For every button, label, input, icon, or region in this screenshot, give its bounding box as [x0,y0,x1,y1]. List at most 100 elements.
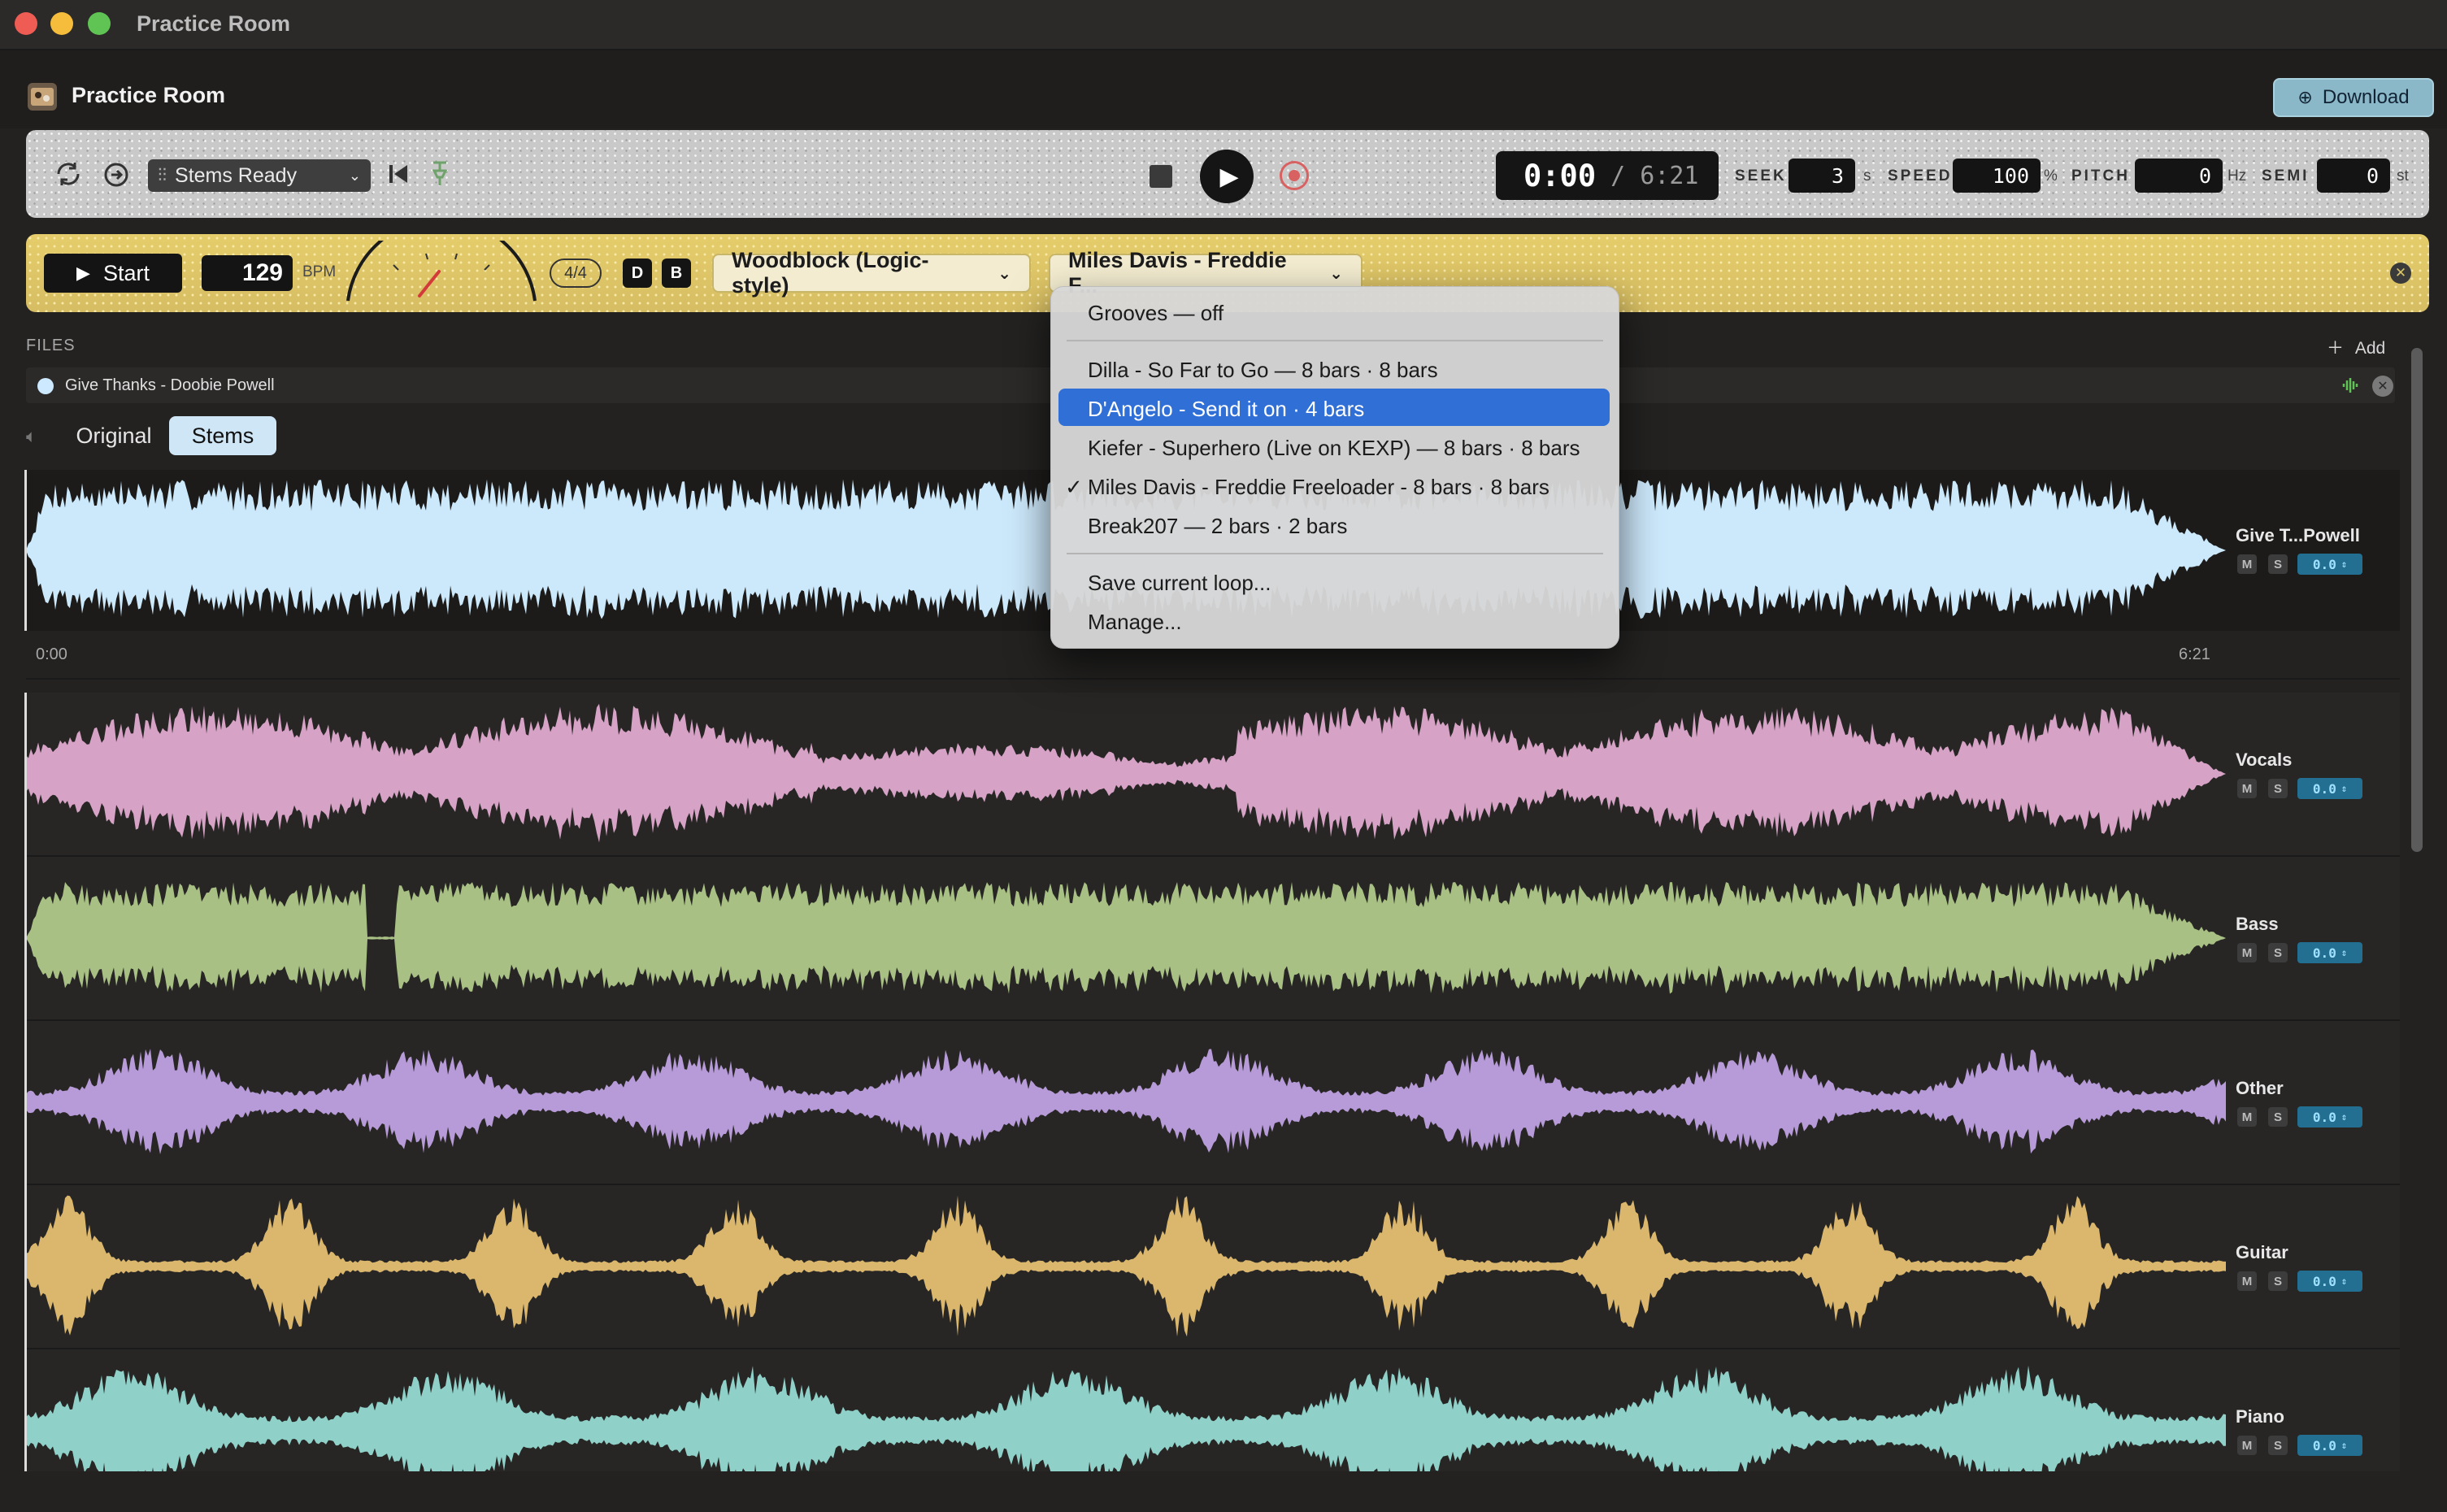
mute-button[interactable]: M [2237,943,2257,962]
beat-toggle[interactable]: B [662,259,691,288]
close-window-button[interactable] [15,12,37,35]
mute-button[interactable]: M [2237,1436,2257,1455]
other-waveform[interactable] [26,1021,2226,1184]
playhead[interactable] [24,470,27,631]
current-time: 0:00 [1523,158,1597,193]
app-title: Practice Room [72,83,226,107]
menu-item-miles-davis[interactable]: Miles Davis - Freddie Freeloader - 8 bar… [1088,475,1549,500]
total-time: / 6:21 [1610,161,1699,190]
play-button[interactable]: ▶ [1200,150,1254,203]
time-signature-button[interactable]: 4/4 [550,259,602,288]
solo-button[interactable]: S [2268,554,2288,574]
playhead[interactable] [24,693,27,1471]
seek-unit: s [1863,167,1871,185]
track-name: Other [2236,1078,2284,1098]
vertical-scrollbar[interactable] [2411,348,2423,852]
track-name: Give T...Powell [2236,525,2360,545]
solo-button[interactable]: S [2268,1271,2288,1291]
time-display: 0:00 / 6:21 [1496,151,1719,200]
pitch-unit: Hz [2228,167,2247,185]
record-button[interactable] [1280,161,1309,190]
metronome-pin-icon[interactable] [428,159,452,196]
mute-button[interactable]: M [2237,779,2257,798]
menu-item-grooves-off[interactable]: Grooves — off [1088,301,1224,326]
solo-button[interactable]: S [2268,1436,2288,1455]
play-icon: ▶ [76,263,90,283]
remove-file-icon[interactable]: ✕ [2372,376,2393,397]
checkmark-icon: ✓ [1065,475,1083,499]
menu-item-kiefer[interactable]: Kiefer - Superhero (Live on KEXP) — 8 ba… [1088,436,1580,461]
play-icon: ▶ [1219,163,1239,190]
volume-value: 0.0 [2312,1437,2336,1453]
mute-button[interactable]: M [2237,1107,2257,1127]
tab-stems[interactable]: Stems [169,416,276,455]
add-file-button[interactable]: ＋ Add [2327,335,2385,359]
add-label: Add [2354,339,2386,358]
minimize-window-button[interactable] [50,12,73,35]
chevron-down-icon: ⌄ [997,264,1011,283]
volume-stepper[interactable]: 0.0 ⇕ [2297,1435,2362,1456]
download-button[interactable]: ⊕ Download [2273,78,2434,117]
speaker-icon[interactable]: 🔈︎ [26,426,37,447]
stepper-icon: ⇕ [2341,947,2348,958]
solo-button[interactable]: S [2268,1107,2288,1127]
bottom-bar [0,1471,2447,1501]
vocals-waveform[interactable] [26,693,2226,855]
volume-value: 0.0 [2312,945,2336,961]
guitar-waveform[interactable] [26,1185,2226,1348]
bass-waveform[interactable] [26,857,2226,1019]
stems-select[interactable]: ⫶⫶ Stems Ready ⌄ [148,159,371,192]
close-metronome-icon[interactable]: ✕ [2390,263,2411,284]
pitch-input[interactable]: 0 [2135,159,2223,193]
file-waveform-icon [2341,376,2361,399]
menu-item-dilla[interactable]: Dilla - So Far to Go — 8 bars · 8 bars [1088,358,1438,383]
files-label: FILES [26,337,76,354]
divider [26,678,2400,680]
chevron-down-icon: ⌄ [348,167,361,184]
stepper-icon: ⇕ [2341,783,2348,794]
semi-unit: st [2397,167,2409,185]
app-logo-icon [28,83,57,111]
seek-label: SEEK [1735,167,1787,185]
volume-value: 0.0 [2312,556,2336,572]
zoom-window-button[interactable] [88,12,111,35]
menu-separator [1067,553,1603,554]
volume-stepper[interactable]: 0.0 ⇕ [2297,778,2362,799]
stepper-icon: ⇕ [2341,1275,2348,1287]
stop-button[interactable] [1150,165,1172,188]
tab-original[interactable]: Original [59,416,169,455]
downbeat-toggle[interactable]: D [623,259,652,288]
volume-value: 0.0 [2312,1273,2336,1289]
menu-item-manage[interactable]: Manage... [1088,610,1182,635]
speed-input[interactable]: 100 [1953,159,2041,193]
track-name: Piano [2236,1406,2284,1427]
mute-button[interactable]: M [2237,1271,2257,1291]
menu-item-dangelo[interactable]: D'Angelo - Send it on · 4 bars [1088,397,1364,422]
chevron-down-icon: ⌄ [1329,264,1343,283]
menu-item-save-loop[interactable]: Save current loop... [1088,571,1271,596]
plus-icon: ＋ [2327,339,2344,358]
skip-to-start-icon[interactable] [385,161,411,194]
forward-circle-icon[interactable] [102,161,130,196]
mute-button[interactable]: M [2237,554,2257,574]
metronome-start-button[interactable]: ▶ Start [44,254,182,293]
volume-stepper[interactable]: 0.0 ⇕ [2297,554,2362,575]
volume-stepper[interactable]: 0.0 ⇕ [2297,1271,2362,1292]
volume-stepper[interactable]: 0.0 ⇕ [2297,942,2362,963]
file-name: Give Thanks - Doobie Powell [65,376,275,394]
solo-button[interactable]: S [2268,779,2288,798]
pitch-label: PITCH [2071,167,2130,185]
semi-input[interactable]: 0 [2317,159,2390,193]
download-icon: ⊕ [2297,87,2313,107]
stepper-icon: ⇕ [2341,558,2348,570]
menu-item-break207[interactable]: Break207 — 2 bars · 2 bars [1088,514,1347,539]
bpm-input[interactable]: 129 [202,255,293,291]
solo-button[interactable]: S [2268,943,2288,962]
volume-value: 0.0 [2312,1109,2336,1125]
click-sound-select[interactable]: Woodblock (Logic-style) ⌄ [712,248,1031,298]
stems-select-label: Stems Ready [175,163,298,187]
metronome-pendulum-gauge [341,217,541,310]
volume-stepper[interactable]: 0.0 ⇕ [2297,1106,2362,1127]
loop-refresh-icon[interactable] [52,158,85,198]
seek-input[interactable]: 3 [1789,159,1855,193]
